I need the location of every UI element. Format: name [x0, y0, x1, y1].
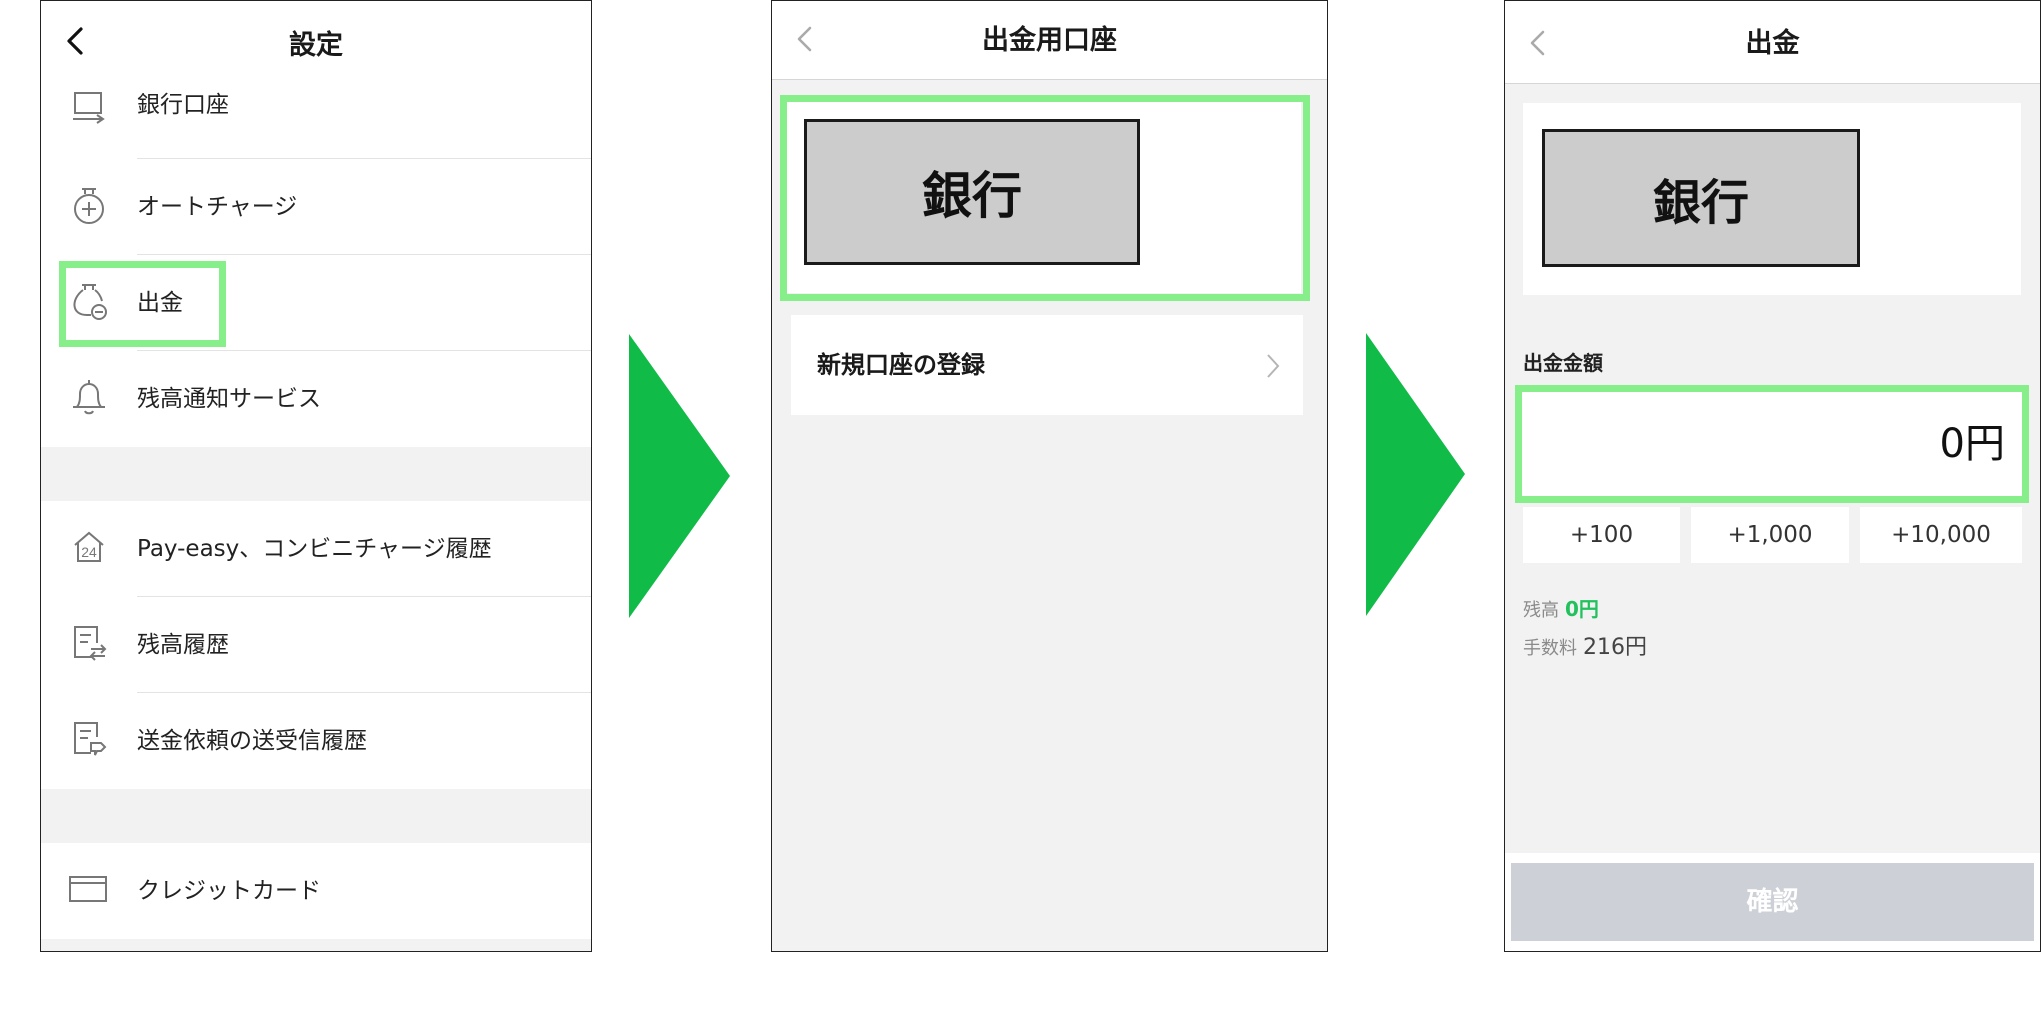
- balance-label: 残高: [1523, 600, 1559, 621]
- bank-transfer-icon: [73, 92, 105, 124]
- page-title: 出金用口座: [982, 25, 1117, 56]
- balance-history-icon: [74, 626, 107, 661]
- balance-row: 残高 0円: [1523, 593, 1599, 622]
- bell-icon: [73, 380, 105, 415]
- fee-label: 手数料: [1523, 638, 1577, 659]
- page-title: 出金: [1745, 28, 1800, 59]
- next-step-arrow-icon: [1366, 333, 1465, 616]
- pay-easy-24-icon: 24: [74, 531, 104, 562]
- register-new-account-row[interactable]: 新規口座の登録: [791, 315, 1303, 415]
- settings-item-label: オートチャージ: [137, 194, 298, 220]
- withdraw-screen: 出金 銀行 出金金額 0円 +100 +1,000 +10,000 残高 0円 手…: [1504, 0, 2041, 952]
- credit-card-icon: [69, 876, 107, 902]
- next-step-arrow-icon: [629, 334, 730, 618]
- transfer-request-history-icon: [74, 722, 107, 756]
- bank-account-highlight-box: [780, 95, 1310, 301]
- section-gap: [41, 789, 591, 843]
- settings-item-label: 銀行口座: [137, 92, 229, 118]
- section-gap: [41, 447, 591, 501]
- bank-name-box: 銀行: [1542, 129, 1860, 267]
- add-100-button[interactable]: +100: [1523, 507, 1680, 563]
- add-10000-button[interactable]: +10,000: [1860, 507, 2022, 563]
- add-1000-button[interactable]: +1,000: [1691, 507, 1849, 563]
- withdraw-highlight-box: [59, 261, 226, 347]
- amount-highlight-box: [1515, 385, 2029, 503]
- register-new-account-label: 新規口座の登録: [817, 351, 985, 379]
- settings-item-credit-card[interactable]: クレジットカード: [41, 843, 591, 939]
- amount-label: 出金金額: [1523, 351, 1603, 375]
- withdraw-account-header: 出金用口座: [772, 1, 1327, 80]
- settings-item-label: Pay-easy、コンビニチャージ履歴: [137, 536, 492, 562]
- confirm-button[interactable]: 確認: [1511, 863, 2034, 941]
- settings-item-pay-easy-history[interactable]: 24 Pay-easy、コンビニチャージ履歴: [41, 501, 591, 597]
- fee-row: 手数料 216円: [1523, 629, 1647, 661]
- selected-bank-card: 銀行: [1523, 103, 2021, 295]
- balance-value: 0円: [1565, 597, 1599, 621]
- settings-item-label: 送金依頼の送受信履歴: [137, 728, 367, 754]
- settings-item-auto-charge[interactable]: オートチャージ: [41, 159, 591, 255]
- fee-value: 216円: [1583, 635, 1647, 660]
- settings-item-label: クレジットカード: [137, 878, 321, 904]
- settings-screen: 設定 銀行口座 オートチャージ 出金 残高通知サービス 24 Pay-easy、…: [40, 0, 592, 952]
- withdraw-account-screen: 出金用口座 銀行 新規口座の登録: [771, 0, 1328, 952]
- settings-item-balance-history[interactable]: 残高履歴: [41, 597, 591, 693]
- settings-item-bank-account[interactable]: 銀行口座: [41, 63, 591, 159]
- chevron-right-icon: [1267, 354, 1280, 378]
- settings-item-label: 残高履歴: [137, 632, 229, 658]
- settings-item-transfer-request-history[interactable]: 送金依頼の送受信履歴: [41, 693, 591, 789]
- section-gap: [41, 939, 591, 951]
- settings-item-label: 残高通知サービス: [137, 386, 321, 412]
- svg-text:24: 24: [81, 544, 97, 560]
- settings-item-balance-notification[interactable]: 残高通知サービス: [41, 351, 591, 447]
- withdraw-header: 出金: [1505, 1, 2040, 84]
- auto-charge-icon: [74, 188, 104, 224]
